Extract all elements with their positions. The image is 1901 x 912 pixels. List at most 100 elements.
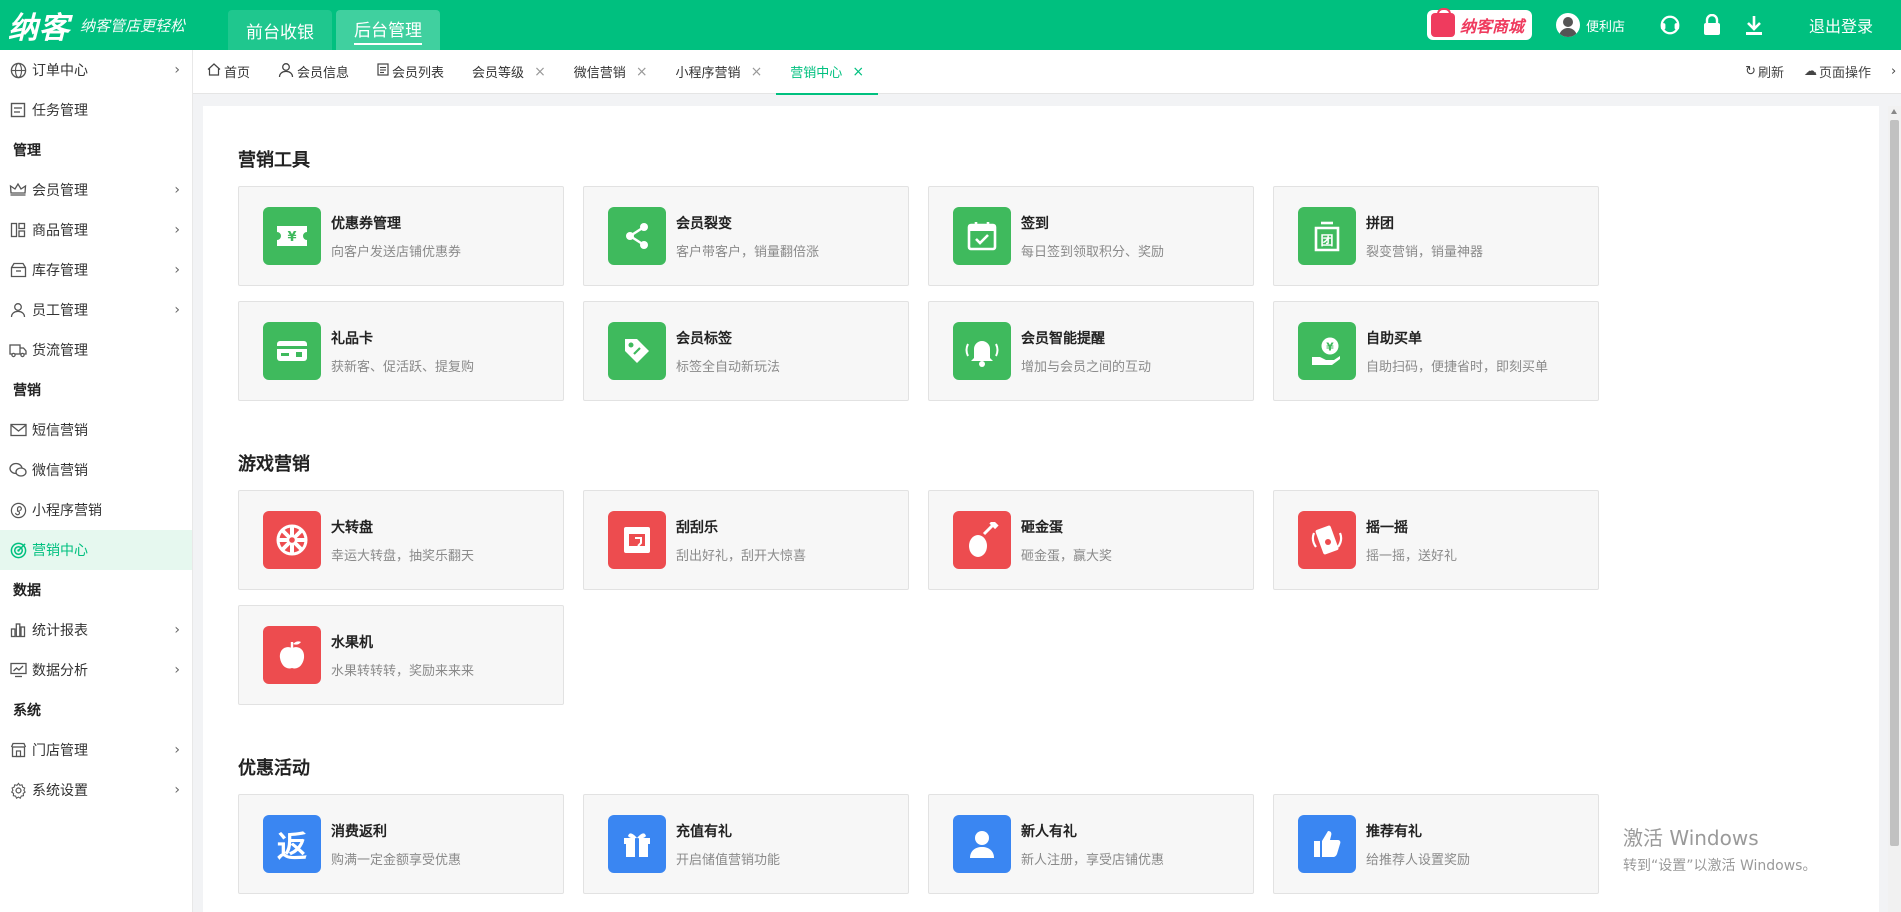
- close-icon[interactable]: ×: [636, 64, 648, 80]
- calendar-check-icon: [953, 207, 1011, 265]
- mall-label: 纳客商城: [1459, 17, 1524, 36]
- mail-icon: [9, 421, 27, 439]
- sidebar-item[interactable]: 微信营销: [0, 450, 192, 490]
- sidebar-item[interactable]: 小程序营销: [0, 490, 192, 530]
- close-icon[interactable]: ×: [852, 64, 864, 80]
- target-icon: [9, 541, 27, 559]
- feature-card[interactable]: 大转盘 幸运大转盘，抽奖乐翻天: [238, 490, 564, 590]
- card-title: 自助买单: [1366, 330, 1422, 347]
- page-tab[interactable]: 微信营销 ×: [560, 50, 662, 94]
- feature-card[interactable]: ¥ 自助买单 自助扫码，便捷省时，即刻买单: [1273, 301, 1599, 401]
- logo[interactable]: 纳客 纳客管店更轻松: [0, 0, 228, 50]
- refresh-label: 刷新: [1757, 66, 1784, 81]
- sidebar-item[interactable]: 库存管理 ›: [0, 250, 192, 290]
- feature-card[interactable]: 会员裂变 客户带客户，销量翻倍涨: [583, 186, 909, 286]
- sidebar-item[interactable]: 任务管理: [0, 90, 192, 130]
- card-text: 会员智能提醒 增加与会员之间的互动: [1021, 328, 1151, 375]
- truck-icon: [9, 341, 27, 359]
- feature-card[interactable]: 签到 每日签到领取积分、奖励: [928, 186, 1254, 286]
- sidebar-item[interactable]: 数据分析 ›: [0, 650, 192, 690]
- section-title: 游戏营销: [238, 454, 310, 475]
- download-icon[interactable]: [1739, 10, 1769, 40]
- page-tab-label: 小程序营销: [675, 66, 741, 81]
- card-description: 获新客、促活跃、提复购: [331, 359, 475, 375]
- section-title: 营销工具: [238, 150, 310, 171]
- top-tab-cashier[interactable]: 前台收银: [228, 10, 332, 50]
- page-tab[interactable]: 小程序营销 ×: [662, 50, 777, 94]
- vertical-scrollbar[interactable]: [1888, 106, 1901, 912]
- feature-card[interactable]: 砸金蛋 砸金蛋，赢大奖: [928, 490, 1254, 590]
- feature-card[interactable]: 礼品卡 获新客、促活跃、提复购: [238, 301, 564, 401]
- page-ops-label: 页面操作: [1818, 66, 1871, 81]
- support-headset-icon[interactable]: [1655, 10, 1685, 40]
- mall-button[interactable]: 纳客商城: [1426, 8, 1532, 40]
- rebate-icon: 返: [263, 815, 321, 873]
- scroll-up-icon[interactable]: [1891, 109, 1897, 114]
- feature-card[interactable]: 刮刮乐 刮出好礼，刮开大惊喜: [583, 490, 909, 590]
- sidebar-item-label: 数据分析: [32, 663, 88, 679]
- scrollbar-thumb[interactable]: [1890, 120, 1899, 846]
- sidebar-item[interactable]: 统计报表 ›: [0, 610, 192, 650]
- card-title: 大转盘: [331, 519, 373, 536]
- new-user-icon: [953, 815, 1011, 873]
- top-tab-label: 后台管理: [354, 16, 422, 45]
- feature-card[interactable]: 团 拼团 裂变营销，销量神器: [1273, 186, 1599, 286]
- card-description: 刮出好礼，刮开大惊喜: [676, 548, 807, 564]
- sidebar-item[interactable]: 员工管理 ›: [0, 290, 192, 330]
- page-ops-button[interactable]: ☁ 页面操作: [1804, 62, 1871, 81]
- store-icon: [9, 741, 27, 759]
- sidebar-item[interactable]: 短信营销: [0, 410, 192, 450]
- page-tab[interactable]: 首页: [193, 50, 264, 94]
- sidebar-item-label: 商品管理: [32, 223, 88, 239]
- feature-card[interactable]: 返消费返利 购满一定金额享受优惠: [238, 794, 564, 894]
- card-description: 砸金蛋，赢大奖: [1021, 548, 1113, 564]
- sidebar-item-label: 员工管理: [32, 303, 88, 319]
- sidebar-item[interactable]: 营销中心: [0, 530, 192, 570]
- sidebar-item-label: 统计报表: [32, 623, 88, 639]
- sidebar-item[interactable]: 系统设置 ›: [0, 770, 192, 810]
- lock-icon[interactable]: [1697, 10, 1727, 40]
- feature-card[interactable]: 会员智能提醒 增加与会员之间的互动: [928, 301, 1254, 401]
- sidebar-group-header: 系统: [13, 703, 41, 719]
- feature-card[interactable]: ¥ 优惠券管理 向客户发送店铺优惠券: [238, 186, 564, 286]
- close-icon[interactable]: ×: [751, 64, 763, 80]
- card-description: 开启储值营销功能: [676, 852, 781, 868]
- card-text: 优惠券管理 向客户发送店铺优惠券: [331, 213, 461, 260]
- sidebar-item-label: 短信营销: [32, 423, 88, 439]
- sidebar-item-label: 系统设置: [32, 783, 88, 799]
- card-text: 拼团 裂变营销，销量神器: [1366, 213, 1483, 260]
- sidebar-item[interactable]: 门店管理 ›: [0, 730, 192, 770]
- chevron-right-icon: ›: [174, 182, 180, 198]
- page-tab[interactable]: 会员列表: [363, 50, 458, 94]
- sidebar-item[interactable]: 会员管理 ›: [0, 170, 192, 210]
- logout-button[interactable]: 退出登录: [1809, 13, 1873, 37]
- avatar[interactable]: [1555, 13, 1580, 37]
- feature-card[interactable]: 推荐有礼 给推荐人设置奖励: [1273, 794, 1599, 894]
- close-icon[interactable]: ×: [534, 64, 546, 80]
- sidebar-item[interactable]: 商品管理 ›: [0, 210, 192, 250]
- card-description: 标签全自动新玩法: [676, 359, 781, 375]
- card-title: 会员智能提醒: [1021, 330, 1105, 347]
- page-tab[interactable]: 会员信息: [264, 50, 363, 94]
- sidebar-item[interactable]: 货流管理: [0, 330, 192, 370]
- sidebar-item[interactable]: 订单中心 ›: [0, 50, 192, 90]
- feature-card[interactable]: 会员标签 标签全自动新玩法: [583, 301, 909, 401]
- feature-card[interactable]: 新人有礼 新人注册，享受店铺优惠: [928, 794, 1254, 894]
- card-text: 会员标签 标签全自动新玩法: [676, 328, 780, 375]
- top-tab-label: 前台收银: [246, 22, 314, 43]
- feature-card[interactable]: 水果机 水果转转转，奖励来来来: [238, 605, 564, 705]
- refresh-button[interactable]: ↻ 刷新: [1745, 62, 1784, 81]
- golden-egg-icon: [953, 511, 1011, 569]
- page-tab[interactable]: 会员等级 ×: [458, 50, 560, 94]
- sidebar-group-header: 管理: [13, 143, 41, 159]
- shop-name[interactable]: 便利店: [1586, 16, 1625, 35]
- top-tab-admin[interactable]: 后台管理: [336, 10, 440, 50]
- feature-card[interactable]: 充值有礼 开启储值营销功能: [583, 794, 909, 894]
- card-text: 签到 每日签到领取积分、奖励: [1021, 213, 1164, 260]
- page-tab[interactable]: 营销中心 ×: [776, 50, 878, 95]
- feature-card[interactable]: 摇一摇 摇一摇，送好礼: [1273, 490, 1599, 590]
- page-tab-label: 首页: [224, 66, 251, 81]
- list-icon: [377, 63, 389, 80]
- chevron-right-icon[interactable]: ›: [1891, 64, 1901, 79]
- scratch-card-icon: [608, 511, 666, 569]
